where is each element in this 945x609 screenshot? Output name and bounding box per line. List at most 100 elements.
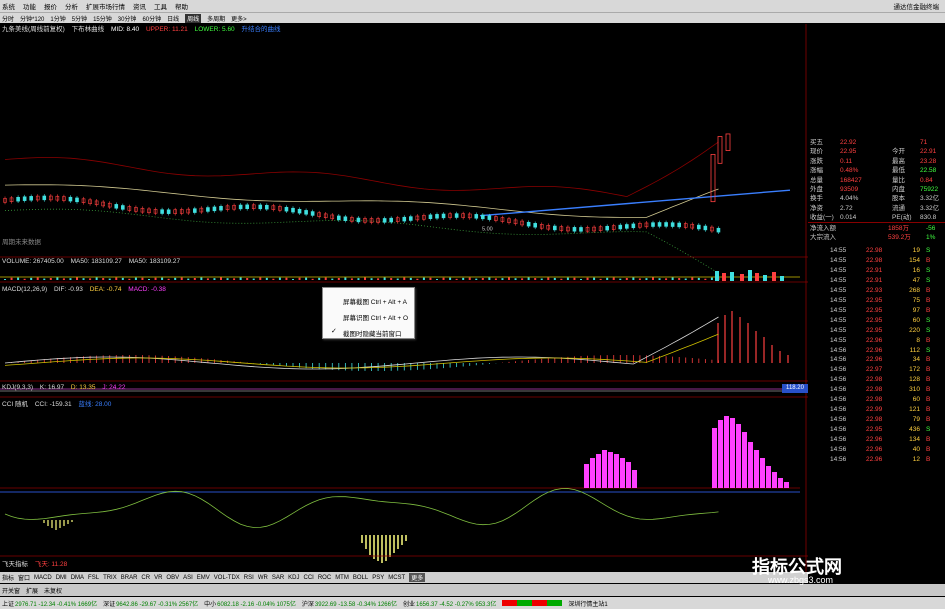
tick-time: 14:56 — [830, 346, 847, 354]
indicator-tab[interactable]: CCI — [304, 575, 314, 581]
volume-bar — [422, 277, 425, 280]
index-status[interactable]: 创业1656.37 -4.52 -0.27% 953.3亿 — [403, 599, 496, 608]
tick-row: 14:55 22.93 268 B — [808, 286, 945, 296]
tick-row: 14:55 22.95 60 S — [808, 316, 945, 326]
macd-title: MACD(12,26,9) DIF: -0.93 DEA: -0.74 MACD… — [2, 285, 171, 294]
kdj-d: D: 13.35 — [70, 384, 96, 391]
period-button[interactable]: 15分钟 — [93, 14, 112, 23]
quote-label2: 股本 — [892, 195, 905, 203]
indicator-tab[interactable]: SAR — [272, 575, 284, 581]
volume-bar — [246, 278, 249, 280]
indicator-tab[interactable]: FSL — [88, 575, 99, 581]
indicator-tab[interactable]: ASI — [183, 575, 193, 581]
tick-row: 14:56 22.98 310 B — [808, 385, 945, 395]
volume-bar — [710, 277, 713, 280]
period-button[interactable]: 更多> — [231, 14, 247, 23]
indicator-tab[interactable]: CR — [141, 575, 150, 581]
period-button[interactable]: 多周期 — [207, 14, 225, 23]
period-button[interactable]: 日线 — [167, 14, 179, 23]
mid-band-line — [4, 184, 719, 218]
volume-bar — [599, 278, 602, 280]
indicator-tab[interactable]: VOL-TDX — [214, 575, 240, 581]
kdj-j: J: 24.22 — [102, 384, 126, 391]
period-button[interactable]: 60分钟 — [142, 14, 161, 23]
period-button[interactable]: 30分钟 — [118, 14, 137, 23]
indicator-tab[interactable]: TRIX — [103, 575, 117, 581]
sub-tab[interactable]: 开关窗 — [2, 586, 20, 595]
period-button[interactable]: 1分钟 — [50, 14, 65, 23]
tick-direction: B — [926, 336, 931, 344]
tick-direction: S — [926, 426, 931, 434]
candle-body — [258, 204, 263, 210]
indicator-tab[interactable]: ROC — [318, 575, 331, 581]
sub-tab[interactable]: 未复权 — [44, 586, 62, 595]
indicator-tab[interactable]: BOLL — [353, 575, 368, 581]
volume-bar — [671, 277, 674, 280]
period-button[interactable]: 5分钟 — [72, 14, 87, 23]
indicator-tab[interactable]: KDJ — [288, 575, 299, 581]
menu-item-hide-window[interactable]: 截图时隐藏当前窗口 — [343, 328, 402, 338]
volume-bar — [501, 278, 504, 280]
index-status[interactable]: 沪深3922.69 -13.58 -0.34% 1266亿 — [302, 599, 397, 608]
indicator-tab[interactable]: VR — [154, 575, 162, 581]
volume-bar — [23, 278, 26, 280]
candle-body — [428, 214, 433, 219]
indicator-tab[interactable]: PSY — [372, 575, 384, 581]
index-name: 沪深 — [301, 601, 314, 608]
candle-body — [337, 215, 341, 221]
volume-bar — [521, 278, 524, 280]
indicator-tab[interactable]: WR — [258, 575, 268, 581]
indicator-tab[interactable]: 指标 — [2, 573, 14, 582]
menu-item[interactable]: 扩展市场行情 — [86, 1, 125, 11]
indicator-tab[interactable]: 更多 — [409, 573, 426, 582]
tick-price: 22.98 — [866, 396, 883, 404]
quote-value2: 3.32亿 — [920, 195, 940, 203]
menu-item[interactable]: 帮助 — [175, 1, 188, 11]
menu-item[interactable]: 资讯 — [133, 1, 146, 11]
tick-direction: B — [926, 446, 931, 453]
menu-item-image-recognize[interactable]: 屏幕识图 Ctrl + Alt + O — [343, 312, 408, 322]
quote-row: 涨跌 0.11 最高 23.28 — [808, 157, 945, 166]
indicator-tab[interactable]: EMV — [197, 575, 210, 581]
indicator-tab[interactable]: MTM — [335, 575, 349, 581]
volume-bar — [318, 277, 321, 280]
menu-item[interactable]: 工具 — [154, 1, 167, 11]
menu-item[interactable]: 报价 — [44, 1, 57, 11]
tick-price: 22.96 — [866, 446, 883, 453]
indicator-tab[interactable]: DMI — [56, 575, 67, 581]
indicator-tab[interactable]: MACD — [34, 575, 52, 581]
menu-item[interactable]: 功能 — [23, 1, 36, 11]
tick-direction: B — [926, 455, 931, 463]
candle-body — [310, 211, 315, 216]
menu-item-screenshot[interactable]: 屏幕截图 Ctrl + Alt + A — [343, 296, 407, 306]
volume-bar — [436, 278, 438, 280]
indicator-tab[interactable]: RSI — [244, 575, 254, 581]
volume-bar — [95, 277, 98, 280]
volume-bar — [285, 277, 288, 280]
tick-row: 14:56 22.97 172 B — [808, 365, 945, 375]
candle-body — [166, 209, 171, 214]
index-status[interactable]: 中小6082.18 -2.16 -0.04% 1075亿 — [204, 599, 296, 608]
volume-bar — [580, 278, 582, 280]
cci-extra: 蓝线: 28.00 — [78, 401, 112, 408]
menu-item[interactable]: 系统 — [2, 1, 15, 11]
indicator-tab[interactable]: DMA — [71, 575, 84, 581]
quote-value: 0.48% — [840, 167, 859, 175]
period-button[interactable]: 分钟*120 — [20, 14, 44, 23]
volume-bar — [606, 277, 609, 280]
period-button[interactable]: 分时 — [2, 14, 14, 23]
indicator-tab[interactable]: BRAR — [121, 575, 138, 581]
index-status[interactable]: 深证9642.86 -29.67 -0.31% 2567亿 — [103, 599, 198, 608]
indicator-tab[interactable]: OBV — [166, 575, 179, 581]
period-button[interactable]: 周线 — [185, 13, 202, 23]
volume-bar — [370, 278, 373, 280]
sub-tab[interactable]: 扩展 — [26, 586, 38, 595]
indicator-tab[interactable]: 窗口 — [18, 573, 30, 582]
index-status[interactable]: 上证2976.71 -12.34 -0.41% 1669亿 — [2, 599, 97, 608]
candle-body — [533, 223, 537, 228]
menu-item[interactable]: 分析 — [65, 1, 78, 11]
indicator-tab[interactable]: MCST — [388, 575, 405, 581]
volume-bar — [82, 278, 85, 280]
tick-qty: 128 — [909, 376, 920, 384]
tick-price: 22.98 — [866, 256, 883, 264]
